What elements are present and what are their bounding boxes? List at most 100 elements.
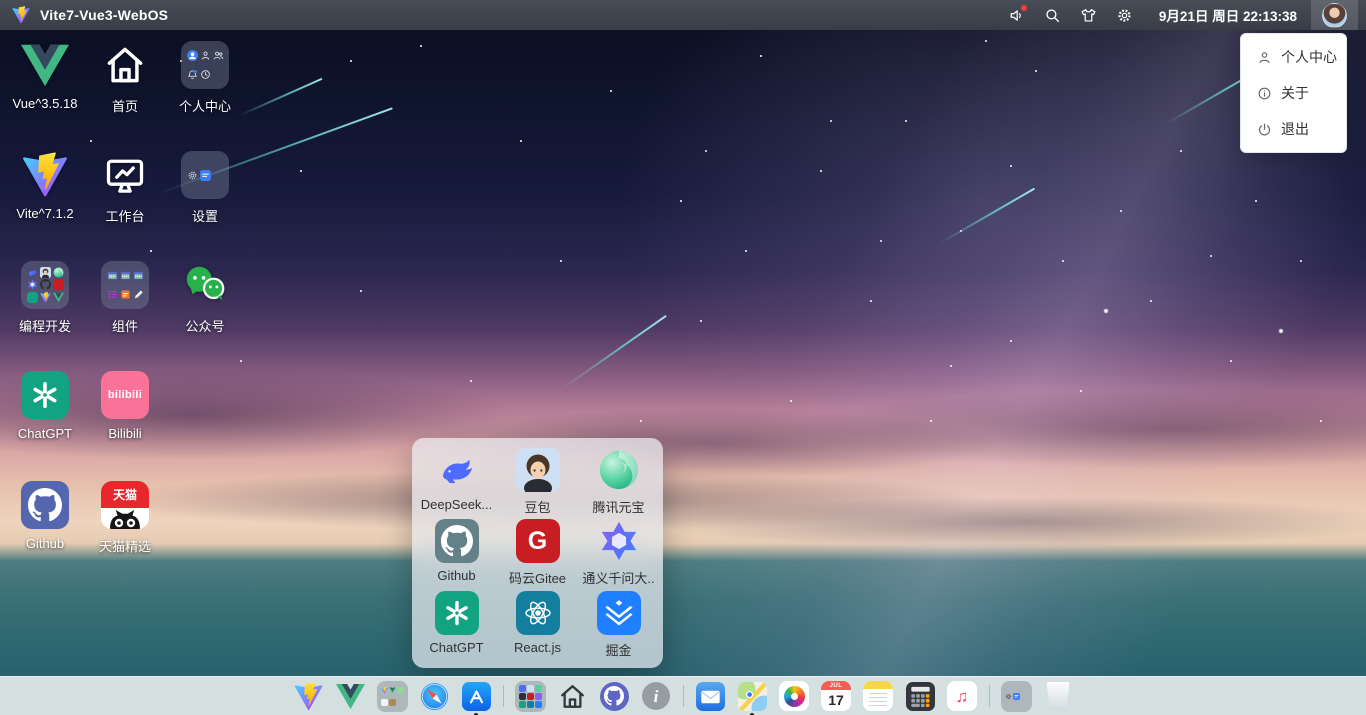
popup-app-juejin[interactable]: 掘金 (578, 591, 659, 662)
github-mini-icon (40, 279, 51, 290)
popup-app-tongyi[interactable]: 通义千问大.. (578, 519, 659, 590)
popup-app-deepseek[interactable]: DeepSeek... (416, 448, 497, 519)
folder-preview (377, 681, 408, 712)
calendar-icon: JUL 17 (821, 681, 851, 711)
popup-app-yuanbao[interactable]: 腾讯元宝 (578, 448, 659, 519)
person-mini-icon (200, 50, 211, 61)
popup-app-react[interactable]: React.js (497, 591, 578, 662)
popup-app-gitee[interactable]: G 码云Gitee (497, 519, 578, 590)
desktop-folder-dev[interactable]: 编程开发 (5, 254, 85, 364)
dock-folder-settings[interactable] (1001, 681, 1032, 712)
dock-bar: i JUL 17 (0, 676, 1366, 715)
menu-item-logout[interactable]: 退出 (1241, 111, 1346, 147)
chatgpt-icon (21, 371, 69, 419)
form-mini-icon (120, 289, 131, 300)
dock-trash[interactable] (1043, 681, 1074, 712)
doubao-mini-icon (527, 685, 534, 692)
gear-icon (1116, 7, 1133, 24)
maps-icon (738, 682, 767, 711)
clock-display: 9月21日 周日 22:13:38 (1159, 5, 1297, 25)
app-mini-icon (389, 699, 396, 706)
folder-preview (181, 41, 229, 89)
dock-safari[interactable] (419, 681, 450, 712)
dock-app-store[interactable] (461, 681, 492, 712)
app-mini-icon (397, 687, 404, 694)
user-icon (1257, 50, 1272, 65)
search-button[interactable] (1035, 0, 1071, 30)
dock-vue[interactable] (335, 681, 366, 712)
notification-badge (1021, 5, 1027, 11)
desktop-icon-home[interactable]: 首页 (85, 34, 165, 144)
bilibili-icon: bilibili (101, 371, 149, 419)
tongyi-icon (597, 519, 641, 563)
desktop-folder-settings[interactable]: 设置 (165, 144, 245, 254)
desktop-icon-chatgpt[interactable]: ChatGPT (5, 364, 85, 474)
dock-maps[interactable] (737, 681, 768, 712)
notes-icon (863, 681, 893, 711)
desktop-icon-wechat[interactable]: 公众号 (165, 254, 245, 364)
dock-mail[interactable] (695, 681, 726, 712)
dock-vite[interactable] (293, 681, 324, 712)
vite-logo-icon (12, 6, 30, 24)
dock-calendar[interactable]: JUL 17 (821, 681, 852, 712)
deepseek-mini-icon (27, 267, 38, 278)
top-bar-right: 9月21日 周日 22:13:38 (999, 0, 1366, 30)
dock-photos[interactable] (779, 681, 810, 712)
list-mini-icon (107, 289, 118, 300)
top-bar: Vite7-Vue3-WebOS 9月21日 周日 22:13:38 (0, 0, 1366, 30)
settings-button[interactable] (1107, 0, 1143, 30)
yuanbao-mini-icon (53, 267, 64, 278)
vite-mini-icon (381, 687, 388, 694)
menu-item-about[interactable]: 关于 (1241, 75, 1346, 111)
github-icon (600, 682, 629, 711)
dock-folder-frontend[interactable] (377, 681, 408, 712)
desktop-icon-vue[interactable]: Vue^3.5.18 (5, 34, 85, 144)
dock-info[interactable]: i (641, 681, 672, 712)
tongyi-mini-icon (535, 693, 542, 700)
user-avatar-button[interactable] (1311, 0, 1358, 30)
avatar-mini-icon (187, 50, 198, 61)
folder-popup-dev: DeepSeek... 豆包 腾讯元宝 Github G 码云Gitee 通义千… (412, 438, 663, 668)
desktop-folder-components[interactable]: 组件 (85, 254, 165, 364)
menu-item-label: 退出 (1281, 119, 1309, 139)
github-icon (435, 519, 479, 563)
github-mini-icon (519, 693, 526, 700)
tmall-cat-face (101, 508, 149, 529)
github-icon (21, 481, 69, 529)
dock-calculator[interactable] (905, 681, 936, 712)
folder-preview (515, 681, 546, 712)
safari-icon (420, 682, 449, 711)
home-icon (103, 43, 147, 87)
gear-mini-icon (187, 170, 198, 181)
menu-item-profile[interactable]: 个人中心 (1241, 39, 1346, 75)
dock-divider (683, 685, 684, 707)
popup-app-doubao[interactable]: 豆包 (497, 448, 578, 519)
power-icon (1257, 122, 1272, 137)
info-icon (1257, 86, 1272, 101)
dock-home[interactable] (557, 681, 588, 712)
vite-mini-icon (40, 292, 51, 303)
dock-notes[interactable] (863, 681, 894, 712)
desktop-icon-github[interactable]: Github (5, 474, 85, 584)
dock-music[interactable]: ♫ (947, 681, 978, 712)
volume-button[interactable] (999, 0, 1035, 30)
dock-github[interactable] (599, 681, 630, 712)
popup-app-chatgpt[interactable]: ChatGPT (416, 591, 497, 662)
music-icon: ♫ (947, 681, 977, 711)
popup-app-github[interactable]: Github (416, 519, 497, 590)
desktop-icon-workbench[interactable]: 工作台 (85, 144, 165, 254)
wechat-icon (182, 262, 228, 308)
app-store-icon (462, 682, 491, 711)
theme-skin-button[interactable] (1071, 0, 1107, 30)
dock-folder-dev[interactable] (515, 681, 546, 712)
desktop-icon-vite[interactable]: Vite^7.1.2 (5, 144, 85, 254)
desktop-icon-bilibili[interactable]: bilibili Bilibili (85, 364, 165, 474)
tmall-icon: 天猫 (101, 481, 149, 529)
clock-mini-icon (200, 69, 211, 80)
gitee-icon: G (516, 519, 560, 563)
desktop-icon-tmall[interactable]: 天猫 天猫精选 (85, 474, 165, 584)
desktop-folder-personal[interactable]: 个人中心 (165, 34, 245, 144)
yuanbao-icon (597, 448, 641, 492)
menu-item-label: 个人中心 (1281, 47, 1337, 67)
table-mini-icon (107, 270, 118, 281)
